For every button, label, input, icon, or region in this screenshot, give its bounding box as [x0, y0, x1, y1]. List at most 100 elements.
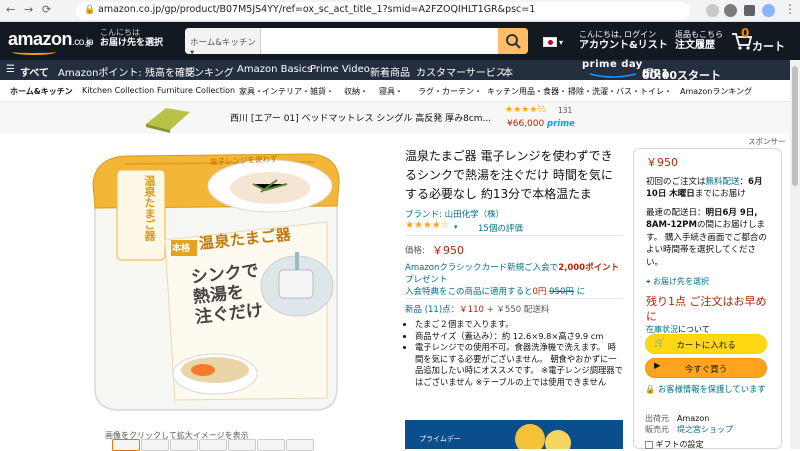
free-shipping-link[interactable]: 無料配送 [706, 177, 740, 187]
buy-now-button[interactable]: ▶ 今すぐ買う [645, 358, 767, 378]
promo-stars-icon: ★★★★½ [505, 105, 546, 115]
image-badge: 本格 [172, 244, 191, 254]
nav-item-ranking[interactable]: ランキング [184, 64, 234, 79]
card-offer[interactable]: Amazonクラシックカード新規ご入会で2,000ポイントプレゼント 入会特典を… [405, 262, 625, 298]
profile-avatar-icon[interactable] [762, 4, 775, 17]
product-price: ￥950 [432, 244, 464, 257]
subnav-furniture-collection[interactable]: Furniture Collection [157, 86, 235, 95]
subnav-kitchen-collection[interactable]: Kitchen Collection [82, 86, 154, 95]
amazon-logo[interactable]: amazon.co.jp [8, 29, 93, 55]
nav-item-points[interactable]: Amazonポイント: 残高を確認 [58, 64, 195, 79]
add-to-cart-button[interactable]: 🛒 カートに入れる [645, 334, 767, 354]
gift-option[interactable]: ギフトの設定 [645, 439, 704, 450]
extension-icon[interactable] [724, 4, 737, 17]
search-bar: ホーム&キッチン ▾ [185, 28, 528, 54]
page-scrollbar[interactable] [790, 60, 800, 449]
thumbnail-6[interactable] [257, 439, 285, 451]
shipping-info: 初回のご注文は無料配送：6月10日 木曜日までにお届け [646, 176, 763, 200]
thumbnail-3[interactable] [170, 439, 198, 451]
search-category-dropdown[interactable]: ホーム&キッチン ▾ [185, 28, 261, 54]
seller-link[interactable]: 堤之宮ショップ [677, 425, 733, 434]
prime-day-card-banner[interactable]: プライムデー [405, 420, 623, 449]
puzzle-icon[interactable] [744, 5, 755, 16]
scrollbar-thumb[interactable] [792, 66, 798, 186]
stock-status-link[interactable]: 在庫状況 [646, 325, 678, 334]
thumbnail-5[interactable] [228, 439, 256, 451]
search-button[interactable] [498, 28, 528, 54]
search-icon [506, 34, 521, 49]
new-offers[interactable]: 新品 (11)点：￥110 + ￥550 配送料 [405, 303, 549, 315]
location-selector[interactable]: ⌖ お届け先を選択 [646, 276, 769, 289]
subnav-cleaning[interactable]: 掃除・洗濯・バス・トイレ・ [568, 86, 672, 97]
lock-icon: 🔒 [645, 384, 656, 394]
japan-flag-icon[interactable] [543, 37, 557, 47]
language-caret-icon[interactable]: ▾ [559, 37, 563, 48]
location-pin-icon: ⌖ [86, 36, 93, 49]
feature-bullets: たまご２個まで入ります。 商品サイズ（蓋込み）：約 12.6×9.8×高さ9.9… [405, 319, 623, 388]
category-subnav: ホーム&キッチン Kitchen Collection Furniture Co… [0, 80, 800, 102]
forward-icon[interactable]: → [24, 3, 33, 16]
nav-item-basics[interactable]: Amazon Basics [237, 64, 312, 75]
secure-transaction[interactable]: 🔒 お客様情報を保護しています [645, 383, 770, 395]
promo-price: ¥66,000 [507, 119, 545, 129]
prime-day-logo: prime day [582, 59, 643, 70]
image-catchphrase: シンクで 熱湯を 注ぐだけ [190, 260, 264, 328]
sponsor-label: スポンサー [748, 137, 786, 146]
subnav-furniture[interactable]: 家具・ [239, 86, 263, 97]
nav-item-books[interactable]: 本 [503, 64, 513, 79]
coin-icon [545, 430, 571, 449]
nav-item-customer-service[interactable]: カスタマーサービス [416, 64, 506, 79]
logo-smile-icon [12, 49, 56, 55]
rating-count-link[interactable]: 15個の評価 [478, 222, 523, 234]
prime-day-banner[interactable]: prime day 6/21 (月) 00:00スタート [560, 59, 800, 82]
gift-checkbox[interactable] [645, 440, 653, 449]
nav-item-new[interactable]: 新着商品 [370, 64, 410, 79]
reload-icon[interactable]: ⟳ [42, 3, 51, 16]
brand-link[interactable]: ブランド: 山田化学（株） [405, 208, 504, 220]
subnav-interior[interactable]: インテリア・雑貨・ [262, 86, 334, 97]
vertical-title-image: 温泉たまご器 [143, 175, 156, 241]
subnav-home-kitchen[interactable]: ホーム&キッチン [10, 86, 73, 97]
thumbnail-7[interactable] [286, 439, 314, 451]
rating-caret-icon[interactable]: ▾ [454, 223, 458, 231]
subnav-kitchenware[interactable]: キッチン用品・食器・ [487, 86, 567, 97]
product-title: 温泉たまご器 電子レンジを使わずできるシンクで熱湯を注ぐだけ 時間を気にする必要… [405, 149, 613, 201]
url-text: amazon.co.jp/gp/product/B07M5JS4YY/ref=o… [98, 4, 536, 15]
back-icon[interactable]: ← [6, 3, 15, 16]
search-input[interactable] [262, 28, 498, 54]
deliver-to[interactable]: こんにちは お届け先を選択 [100, 28, 163, 48]
extension-icon[interactable] [706, 4, 719, 17]
promo-rating-count: 131 [558, 106, 573, 115]
feature-bullet: たまご２個まで入ります。 [415, 319, 623, 331]
thumbnail-1[interactable] [112, 439, 140, 451]
prime-badge-icon: prime [547, 119, 575, 129]
account-menu[interactable]: こんにちは, ログイン アカウント&リスト [579, 29, 668, 51]
thumbnail-4[interactable] [199, 439, 227, 451]
rating-stars-icon[interactable]: ★★★★☆ [405, 220, 450, 231]
sponsored-promo-strip[interactable]: 西川 [エアー 01] ベッドマットレス シングル 高反発 厚み8cm... ★… [0, 102, 800, 133]
thumbnail-2[interactable] [141, 439, 169, 451]
subnav-ranking[interactable]: Amazonランキング [680, 86, 752, 97]
subnav-rugs[interactable]: ラグ・カーテン・ [418, 86, 482, 97]
seller-info: 出荷元 Amazon 販売元 堤之宮ショップ [645, 414, 733, 434]
browser-toolbar: ← → ⟳ 🔒 amazon.co.jp/gp/product/B07M5JS4… [0, 0, 800, 22]
menu-kebab-icon[interactable]: ⋮ [784, 2, 796, 16]
nav-item-prime-video[interactable]: Prime Video [310, 64, 370, 75]
fastest-delivery: 最速の配送日：明日6月 9日, 8AM-12PMの間にお届けします。 購入手続き… [646, 207, 767, 268]
location-pin-icon: ⌖ [646, 277, 651, 286]
subnav-bedding[interactable]: 寝具・ [379, 86, 403, 97]
buybox-price: ￥950 [646, 156, 678, 169]
subnav-storage[interactable]: 収納・ [344, 86, 368, 97]
orders-link[interactable]: 返品もこちら 注文履歴 [675, 29, 723, 51]
promo-title: 西川 [エアー 01] ベッドマットレス シングル 高反発 厚み8cm... [230, 114, 492, 124]
feature-bullet: 電子レンジでの使用不可。食器洗浄機で洗えます。 時間を気にする必要がございません… [415, 342, 623, 388]
feature-bullet: 商品サイズ（蓋込み）：約 12.6×9.8×高さ9.9 cm [415, 331, 623, 343]
stock-warning: 残り1点 ご注文はお早めに [646, 294, 767, 323]
all-menu-button[interactable]: すべて [20, 64, 49, 79]
cart-icon: 🛒 [654, 338, 665, 348]
address-bar[interactable]: 🔒 amazon.co.jp/gp/product/B07M5JS4YY/ref… [76, 2, 690, 20]
hamburger-icon[interactable]: ☰ [6, 64, 15, 75]
buy-box: ￥950 初回のご注文は無料配送：6月10日 木曜日までにお届け 最速の配送日：… [633, 148, 782, 449]
divider [405, 235, 623, 236]
site-header: amazon.co.jp ⌖ こんにちは お届け先を選択 ホーム&キッチン ▾ … [0, 22, 800, 60]
